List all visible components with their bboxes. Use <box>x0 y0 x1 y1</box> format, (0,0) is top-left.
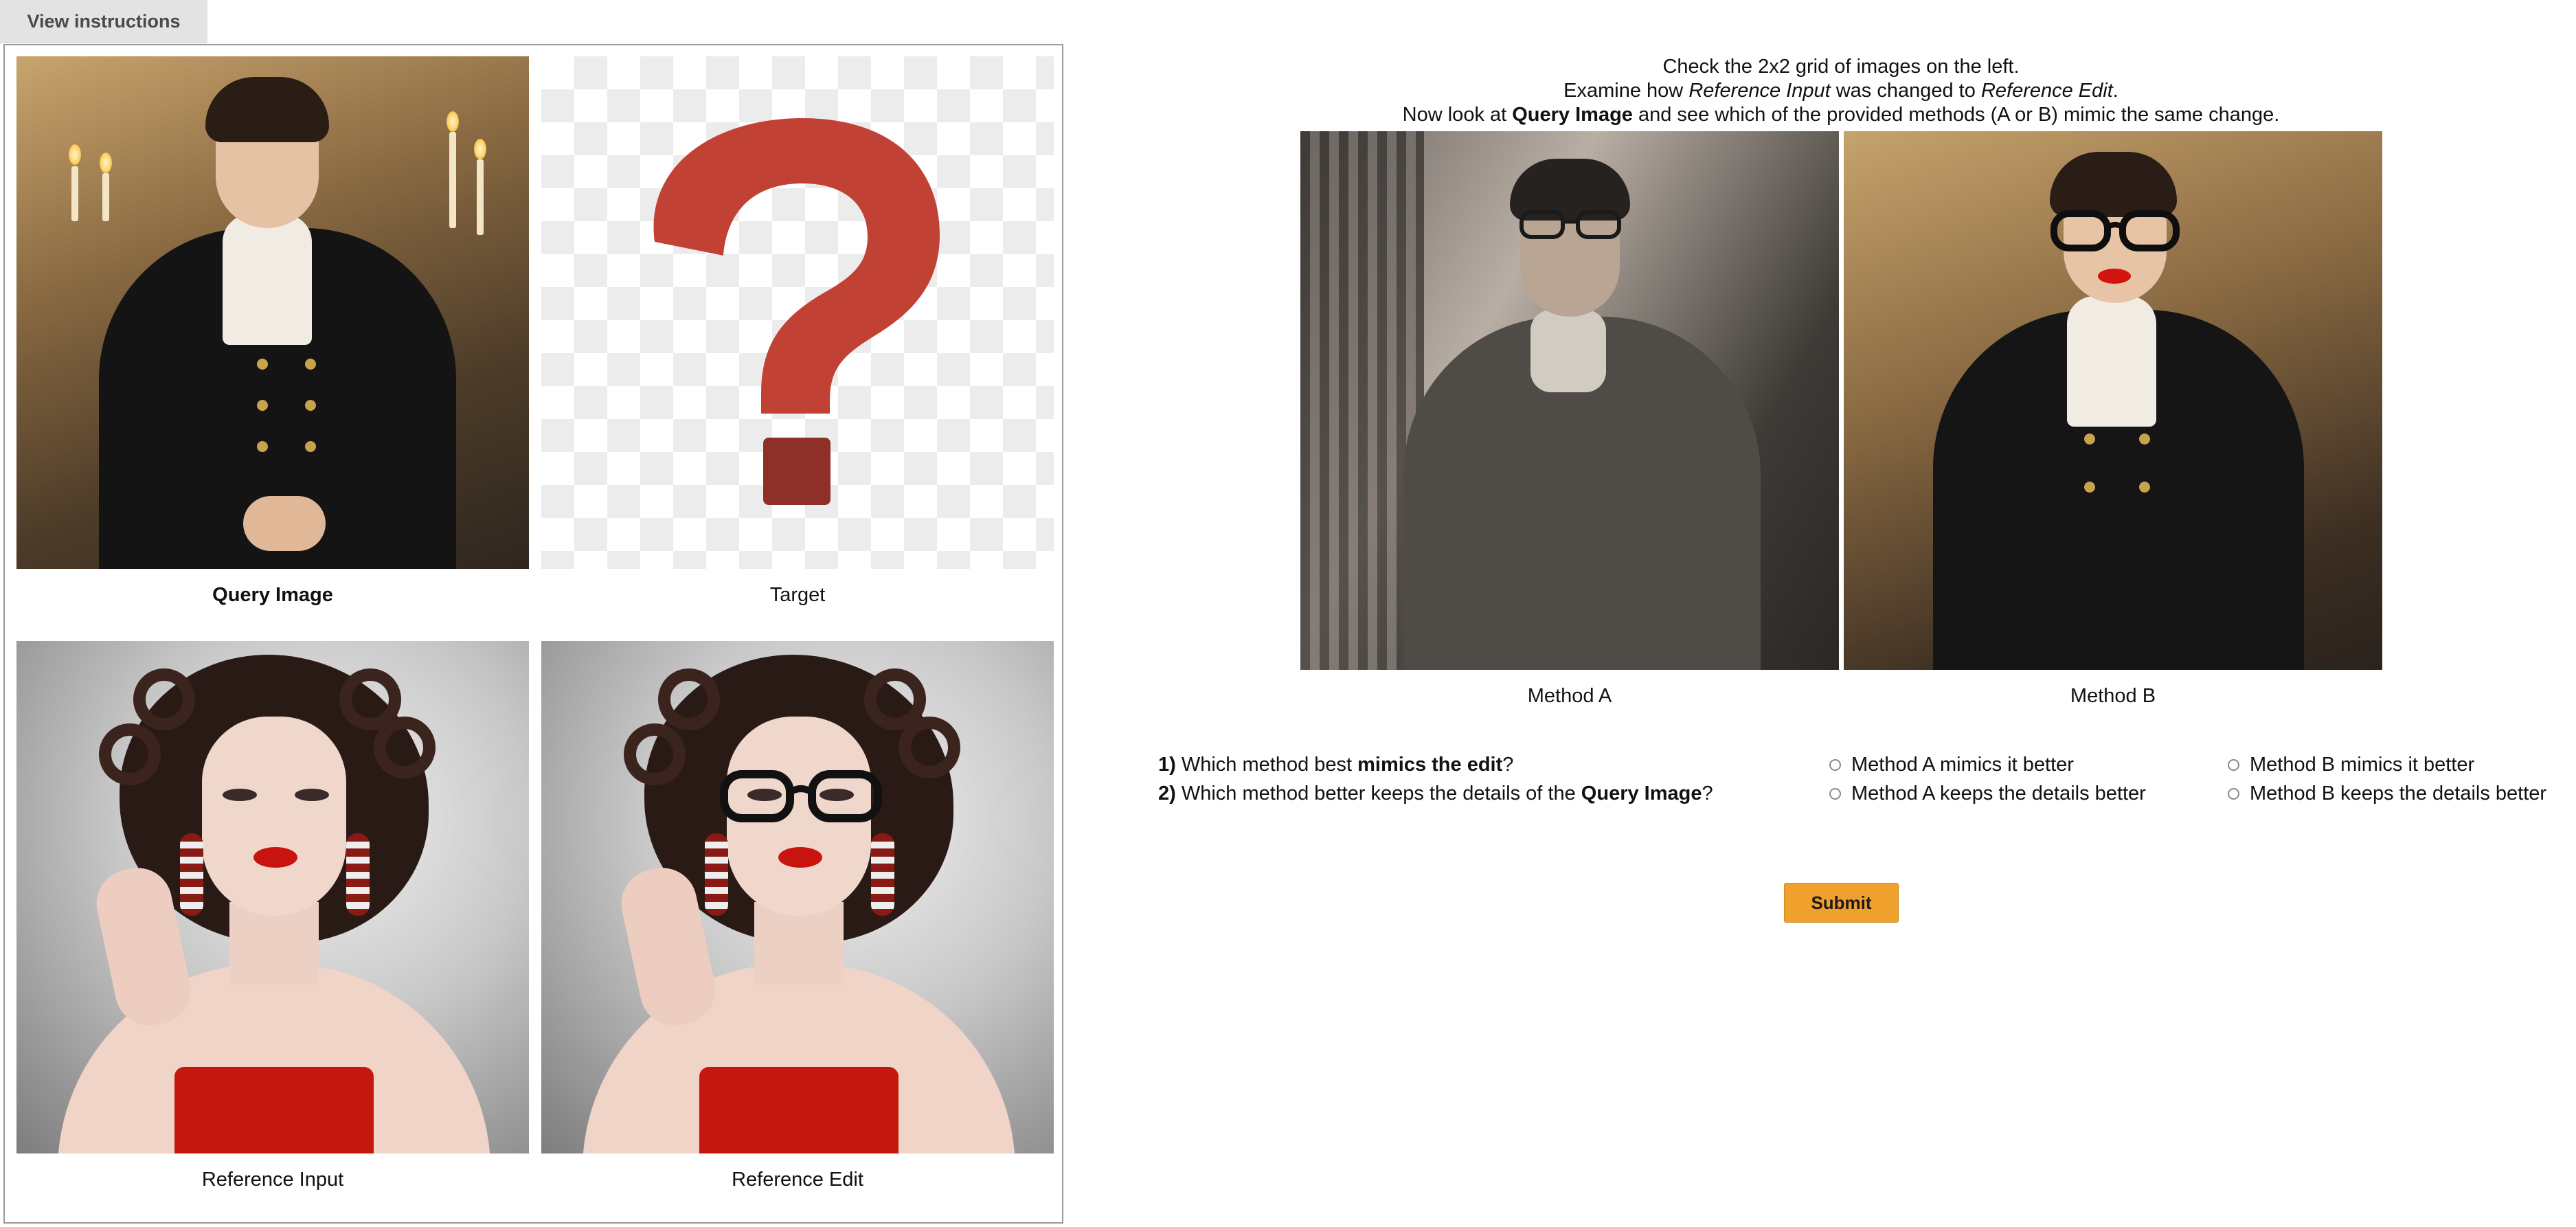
reference-input-caption: Reference Input <box>201 1169 344 1191</box>
glasses-icon <box>720 770 882 822</box>
query-image-term: Query Image <box>1512 104 1633 126</box>
instruction-text: and see which of the provided methods (A… <box>1632 104 2280 126</box>
instruction-line-3: Now look at Query Image and see which of… <box>1144 103 2538 127</box>
question-mark-icon <box>653 118 940 505</box>
glasses-icon <box>1519 210 1621 239</box>
option-label: Method A keeps the details better <box>1851 783 2146 804</box>
question-number: 2) <box>1158 783 1176 804</box>
question-text: Which method better keeps the details of… <box>1175 783 1581 804</box>
instruction-text: Now look at <box>1402 104 1513 126</box>
instruction-text: . <box>2112 80 2119 102</box>
method-a-image <box>1300 131 1839 670</box>
query-image <box>16 56 529 569</box>
instructions-text: Check the 2x2 grid of images on the left… <box>1144 55 2538 127</box>
glasses-icon <box>2050 210 2180 251</box>
method-a-caption: Method A <box>1527 685 1612 707</box>
instruction-line-1: Check the 2x2 grid of images on the left… <box>1662 56 2020 78</box>
method-b-image <box>1844 131 2382 670</box>
method-b-caption: Method B <box>2070 685 2156 707</box>
question-text: ? <box>1502 754 1514 776</box>
query-image-cell: Query Image <box>16 56 529 607</box>
question-2: 2) Which method better keeps the details… <box>1158 783 1713 805</box>
q1-option-method-b[interactable]: Method B mimics it better <box>2228 754 2474 776</box>
target-image <box>541 56 1054 569</box>
q1-option-method-a[interactable]: Method A mimics it better <box>1829 754 2074 776</box>
reference-input-image <box>16 641 529 1153</box>
question-text: ? <box>1702 783 1713 804</box>
q1-method-a-radio[interactable] <box>1829 759 1841 771</box>
query-image-caption: Query Image <box>212 584 333 606</box>
instruction-text: Examine how <box>1563 80 1689 102</box>
q2-option-method-a[interactable]: Method A keeps the details better <box>1829 783 2146 805</box>
q2-method-a-radio[interactable] <box>1829 788 1841 800</box>
option-label: Method B mimics it better <box>2250 754 2475 776</box>
question-1: 1) Which method best mimics the edit? <box>1158 754 1513 776</box>
reference-edit-caption: Reference Edit <box>732 1169 863 1191</box>
reference-input-term: Reference Input <box>1688 80 1831 102</box>
question-emphasis: Query Image <box>1581 783 1702 804</box>
target-caption: Target <box>769 584 826 606</box>
image-grid-panel: Query Image Target Reference Input Refer… <box>3 44 1063 1224</box>
reference-edit-image <box>541 641 1054 1153</box>
option-label: Method B keeps the details better <box>2250 783 2547 804</box>
instruction-line-2: Examine how Reference Input was changed … <box>1144 79 2538 103</box>
question-text: Which method best <box>1175 754 1358 776</box>
q1-method-b-radio[interactable] <box>2228 759 2239 771</box>
instruction-text: was changed to <box>1830 80 1981 102</box>
reference-edit-cell: Reference Edit <box>541 641 1054 1191</box>
question-number: 1) <box>1158 754 1176 776</box>
submit-button[interactable]: Submit <box>1784 883 1899 923</box>
option-label: Method A mimics it better <box>1851 754 2074 776</box>
reference-edit-term: Reference Edit <box>1980 80 2113 102</box>
target-cell: Target <box>541 56 1054 607</box>
q2-option-method-b[interactable]: Method B keeps the details better <box>2228 783 2546 805</box>
reference-input-cell: Reference Input <box>16 641 529 1191</box>
q2-method-b-radio[interactable] <box>2228 788 2239 800</box>
view-instructions-button[interactable]: View instructions <box>0 0 207 43</box>
question-emphasis: mimics the edit <box>1357 754 1503 776</box>
